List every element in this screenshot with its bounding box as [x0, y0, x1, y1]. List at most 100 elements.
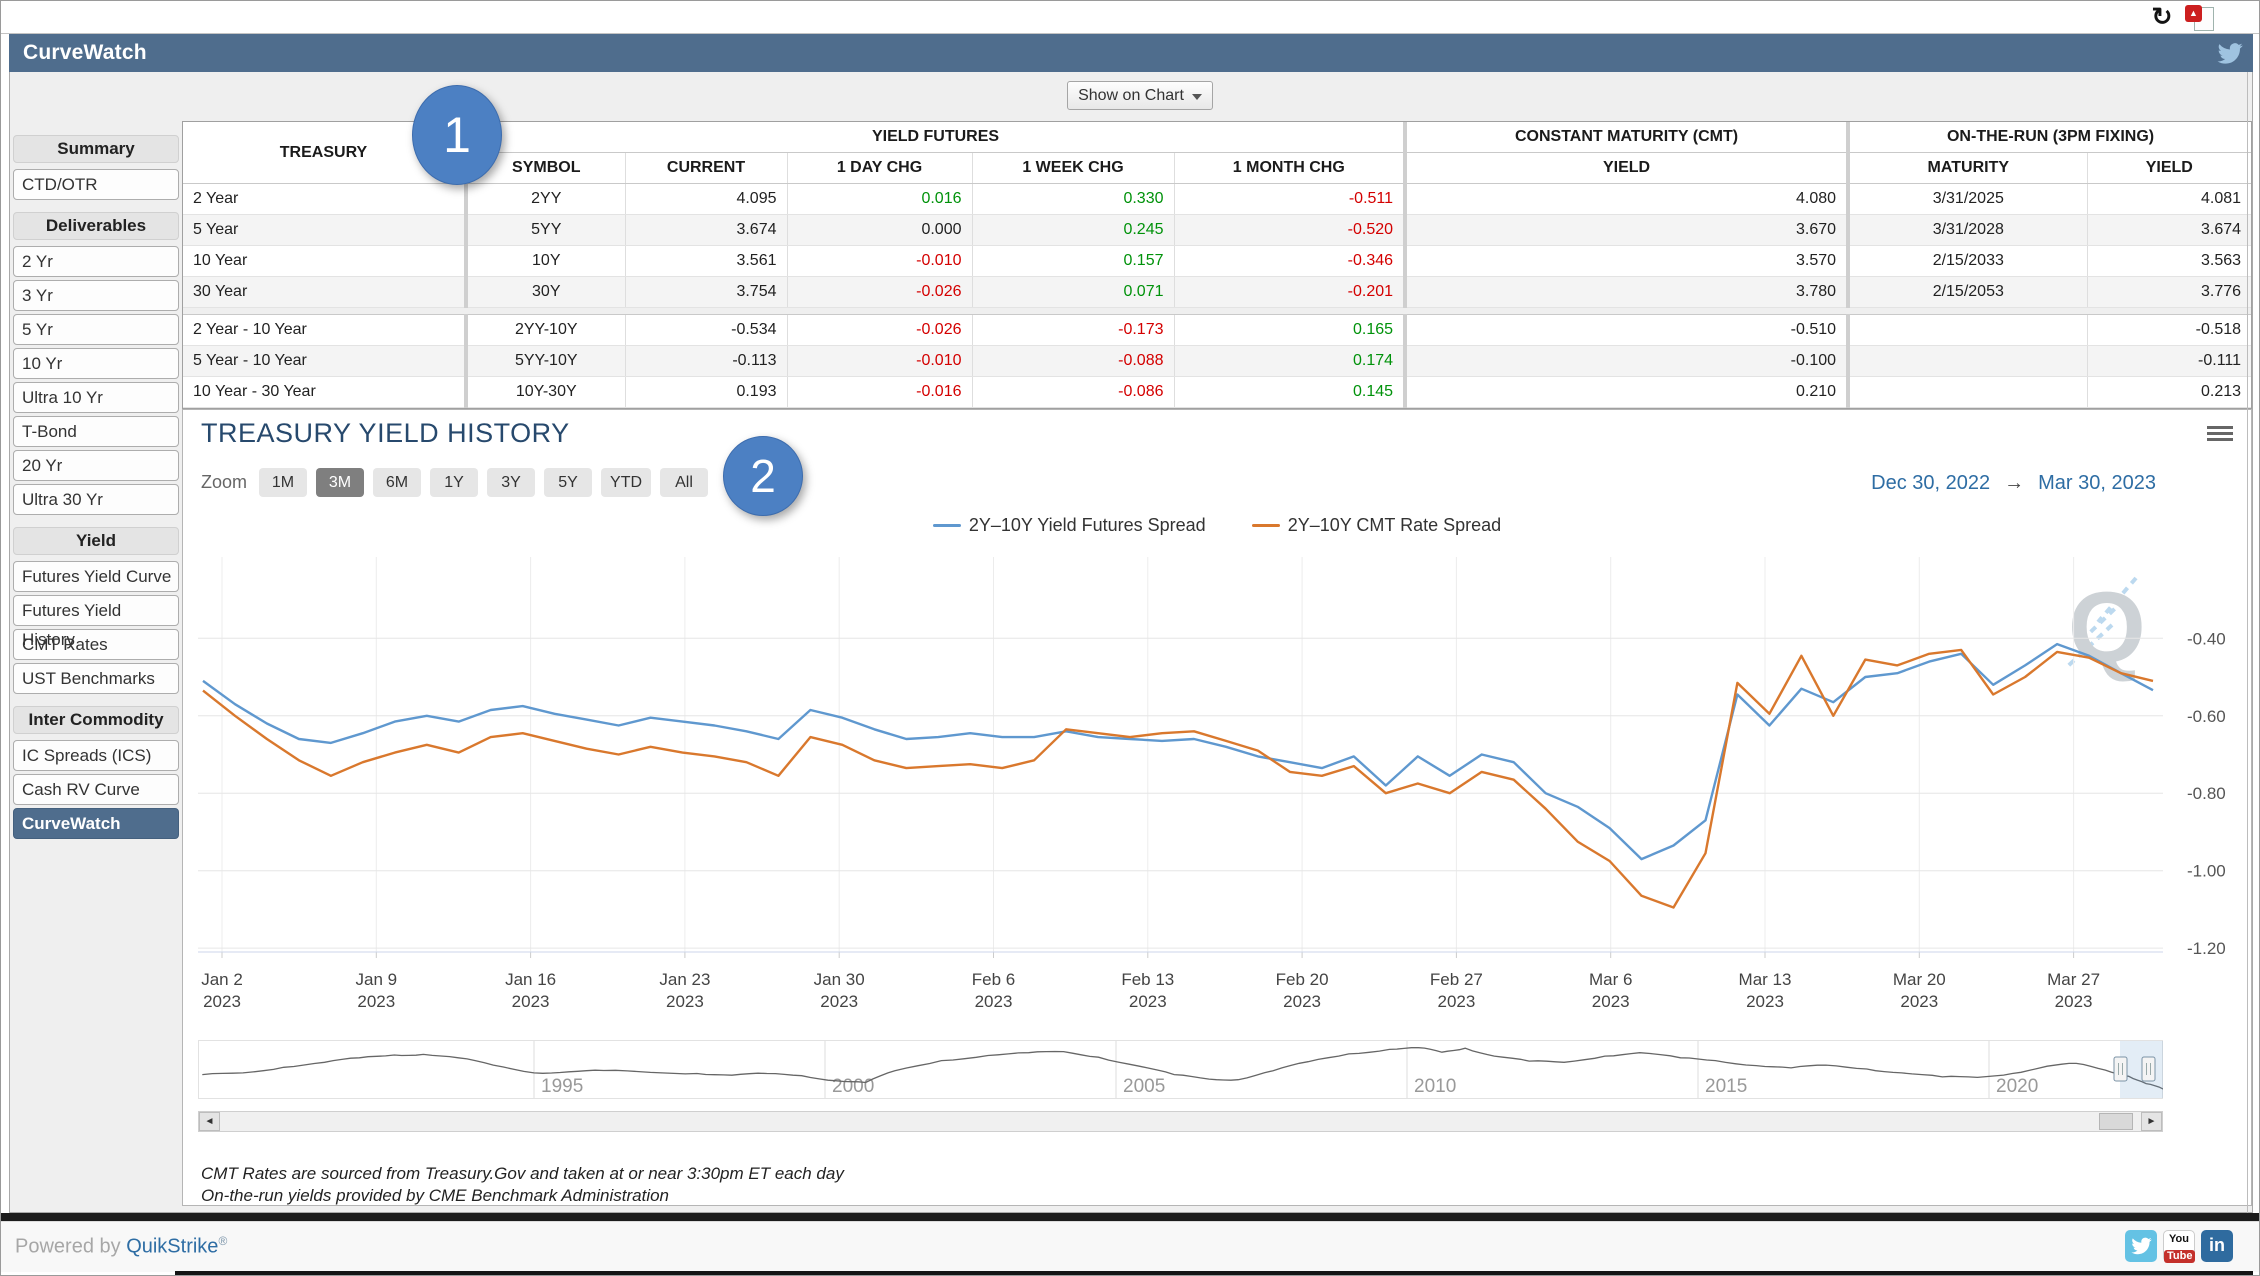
col-header-1day-chg: 1 DAY CHG	[787, 153, 972, 184]
y-tick-label: -0.80	[2187, 784, 2226, 803]
cell-cmt-yield: 3.780	[1405, 277, 1848, 308]
zoom-label: Zoom	[201, 472, 247, 493]
nav-year-label: 2020	[1996, 1076, 2038, 1097]
zoom-button-1y[interactable]: 1Y	[430, 468, 478, 497]
footnotes: CMT Rates are sourced from Treasury.Gov …	[201, 1163, 844, 1207]
sidebar-item-10-yr[interactable]: 10 Yr	[13, 348, 179, 379]
footer-linkedin-icon[interactable]: in	[2201, 1230, 2233, 1262]
col-header-1week-chg: 1 WEEK CHG	[972, 153, 1174, 184]
cell-cmt-yield: 3.670	[1405, 215, 1848, 246]
sidebar-item-3-yr[interactable]: 3 Yr	[13, 280, 179, 311]
yield-history-chart[interactable]: Jan 22023Jan 92023Jan 162023Jan 232023Ja…	[198, 557, 2253, 1012]
date-range: Dec 30, 2022 → Mar 30, 2023	[1871, 472, 2156, 495]
linkedin-in-text: in	[2209, 1235, 2225, 1255]
sidebar-item-cmt-rates[interactable]: CMT Rates	[13, 629, 179, 660]
cell-maturity: 3/31/2028	[1848, 215, 2087, 246]
legend-item-2y-10y-yield-futures-spread[interactable]: 2Y–10Y Yield Futures Spread	[933, 515, 1206, 536]
footer-youtube-icon[interactable]: You Tube	[2163, 1230, 2195, 1262]
cell-cmt-yield: -0.510	[1405, 315, 1848, 346]
top-strip: ↻ ▲	[1, 1, 2259, 34]
legend-swatch	[1252, 524, 1280, 527]
footer-twitter-icon[interactable]	[2125, 1230, 2157, 1262]
sidebar-item-cash-rv-curve[interactable]: Cash RV Curve	[13, 774, 179, 805]
range-start[interactable]: Dec 30, 2022	[1871, 472, 1990, 495]
separator-bar	[1, 1213, 2260, 1221]
sidebar-item-ultra-30-yr[interactable]: Ultra 30 Yr	[13, 484, 179, 515]
hamburger-menu-icon[interactable]	[2207, 426, 2233, 446]
cell-1month-chg: 0.174	[1174, 346, 1405, 377]
youtube-tube-text: Tube	[2164, 1250, 2195, 1263]
x-tick-label: Jan 30	[814, 970, 865, 989]
table-row-5-year-10-year: 5 Year - 10 Year5YY-10Y-0.113-0.010-0.08…	[183, 346, 2251, 377]
footnote-cmt: CMT Rates are sourced from Treasury.Gov …	[201, 1163, 844, 1185]
zoom-button-6m[interactable]: 6M	[373, 468, 421, 497]
zoom-button-ytd[interactable]: YTD	[601, 468, 651, 497]
chart-title: TREASURY YIELD HISTORY	[201, 418, 570, 449]
table-row-30-year: 30 Year30Y3.754-0.0260.071-0.2013.7802/1…	[183, 277, 2251, 308]
x-tick-label: Jan 9	[356, 970, 398, 989]
pdf-export-icon[interactable]: ▲	[2185, 5, 2215, 31]
navigator-strip[interactable]: 199520002005201020152020	[198, 1040, 2163, 1108]
col-header-1month-chg: 1 MONTH CHG	[1174, 153, 1405, 184]
group-header-cmt: CONSTANT MATURITY (CMT)	[1405, 122, 1848, 153]
sidebar-item-20-yr[interactable]: 20 Yr	[13, 450, 179, 481]
x-tick-year: 2023	[975, 992, 1013, 1011]
sidebar-item-2-yr[interactable]: 2 Yr	[13, 246, 179, 277]
show-on-chart-button[interactable]: Show on Chart	[1067, 81, 1213, 110]
sidebar-item-futures-yield-curve[interactable]: Futures Yield Curve	[13, 561, 179, 592]
navigator-scrollbar[interactable]: ◄ ►	[198, 1111, 2163, 1132]
sidebar-item-ic-spreads-ics[interactable]: IC Spreads (ICS)	[13, 740, 179, 771]
sidebar-item-ultra-10-yr[interactable]: Ultra 10 Yr	[13, 382, 179, 413]
quikstrike-link[interactable]: QuikStrike	[126, 1236, 218, 1258]
cell-otr-yield: -0.111	[2087, 346, 2251, 377]
sidebar-item-5-yr[interactable]: 5 Yr	[13, 314, 179, 345]
y-tick-label: -0.60	[2187, 707, 2226, 726]
scroll-right-arrow[interactable]: ►	[2141, 1112, 2162, 1131]
x-tick-label: Feb 6	[972, 970, 1015, 989]
scrollbar-thumb[interactable]	[2099, 1113, 2133, 1130]
x-tick-label: Feb 27	[1430, 970, 1483, 989]
cell-current: 3.561	[625, 246, 787, 277]
cell-name: 10 Year - 30 Year	[183, 377, 466, 408]
sidebar-item-ust-benchmarks[interactable]: UST Benchmarks	[13, 663, 179, 694]
zoom-button-5y[interactable]: 5Y	[544, 468, 592, 497]
cell-otr-yield: 3.674	[2087, 215, 2251, 246]
zoom-button-row: Zoom 1M 3M 6M 1Y 3Y 5Y YTD All	[201, 468, 708, 497]
sidebar-item-futures-yield-history[interactable]: Futures Yield History	[13, 595, 179, 626]
col-header-maturity: MATURITY	[1848, 153, 2087, 184]
zoom-button-3y[interactable]: 3Y	[487, 468, 535, 497]
twitter-icon[interactable]	[2216, 40, 2243, 67]
sidebar-item-curvewatch[interactable]: CurveWatch	[13, 808, 179, 839]
scroll-left-arrow[interactable]: ◄	[199, 1112, 220, 1131]
legend-item-2y-10y-cmt-rate-spread[interactable]: 2Y–10Y CMT Rate Spread	[1252, 515, 1501, 536]
cell-otr-yield: -0.518	[2087, 315, 2251, 346]
x-tick-year: 2023	[820, 992, 858, 1011]
x-tick-label: Mar 27	[2047, 970, 2100, 989]
treasury-table-body: 2 Year2YY4.0950.0160.330-0.5114.0803/31/…	[183, 184, 2251, 408]
cell-1week-chg: 0.245	[972, 215, 1174, 246]
cell-symbol: 5YY	[466, 215, 625, 246]
treasury-table: TREASURY YIELD FUTURES CONSTANT MATURITY…	[183, 122, 2251, 408]
group-header-yield-futures: YIELD FUTURES	[466, 122, 1405, 153]
sidebar-section-yield: Yield	[13, 527, 179, 555]
show-on-chart-label: Show on Chart	[1078, 87, 1184, 105]
range-end[interactable]: Mar 30, 2023	[2038, 472, 2156, 495]
zoom-button-3m[interactable]: 3M	[316, 468, 364, 497]
zoom-button-1m[interactable]: 1M	[259, 468, 307, 497]
sidebar-item-t-bond[interactable]: T-Bond	[13, 416, 179, 447]
cell-maturity	[1848, 377, 2087, 408]
cell-symbol: 10Y	[466, 246, 625, 277]
sidebar-item-ctd-otr[interactable]: CTD/OTR	[13, 169, 179, 200]
cell-1week-chg: 0.071	[972, 277, 1174, 308]
nav-handle-left	[2114, 1057, 2127, 1081]
refresh-icon[interactable]: ↻	[2147, 2, 2177, 32]
zoom-button-all[interactable]: All	[660, 468, 708, 497]
x-tick-label: Mar 20	[1893, 970, 1946, 989]
powered-by-label: Powered by	[15, 1236, 121, 1258]
x-tick-year: 2023	[203, 992, 241, 1011]
col-header-current: CURRENT	[625, 153, 787, 184]
group-header-otr: ON-THE-RUN (3PM FIXING)	[1848, 122, 2251, 153]
nav-year-label: 1995	[541, 1076, 583, 1097]
cell-cmt-yield: 3.570	[1405, 246, 1848, 277]
table-row-2-year: 2 Year2YY4.0950.0160.330-0.5114.0803/31/…	[183, 184, 2251, 215]
